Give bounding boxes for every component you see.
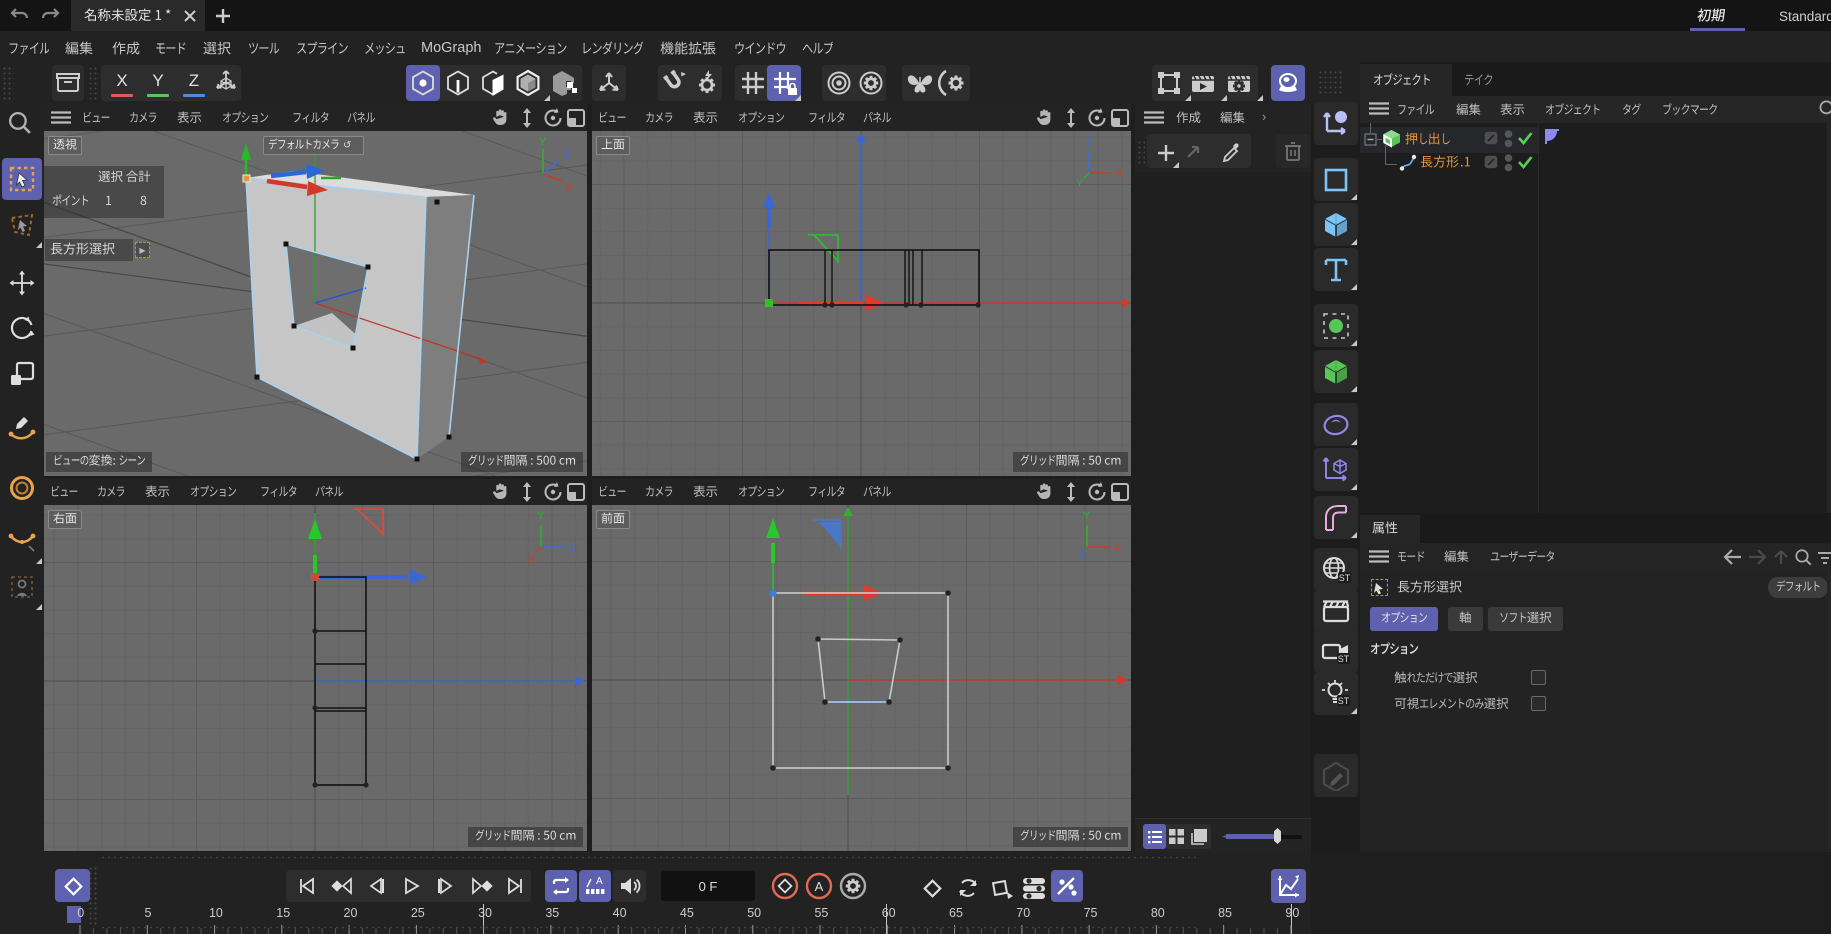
svg-text:Z: Z: [568, 542, 575, 554]
svg-text:Y: Y: [539, 136, 547, 148]
svg-text:Y: Y: [1076, 178, 1084, 190]
svg-text:A: A: [596, 876, 603, 887]
svg-text:Z: Z: [1085, 136, 1092, 148]
svg-text:X: X: [1114, 542, 1122, 554]
svg-text:X: X: [1116, 168, 1124, 180]
svg-text:ST: ST: [1339, 573, 1351, 583]
svg-text:ST: ST: [1338, 696, 1350, 706]
svg-text:Z: Z: [1079, 549, 1086, 561]
svg-text:Y: Y: [1083, 510, 1091, 522]
svg-text:A: A: [815, 879, 824, 894]
svg-text:X: X: [565, 182, 573, 194]
svg-text:Z: Z: [563, 148, 570, 160]
svg-text:X: X: [528, 554, 536, 566]
svg-text:Y: Y: [537, 510, 545, 522]
svg-text:ST: ST: [1338, 654, 1350, 664]
